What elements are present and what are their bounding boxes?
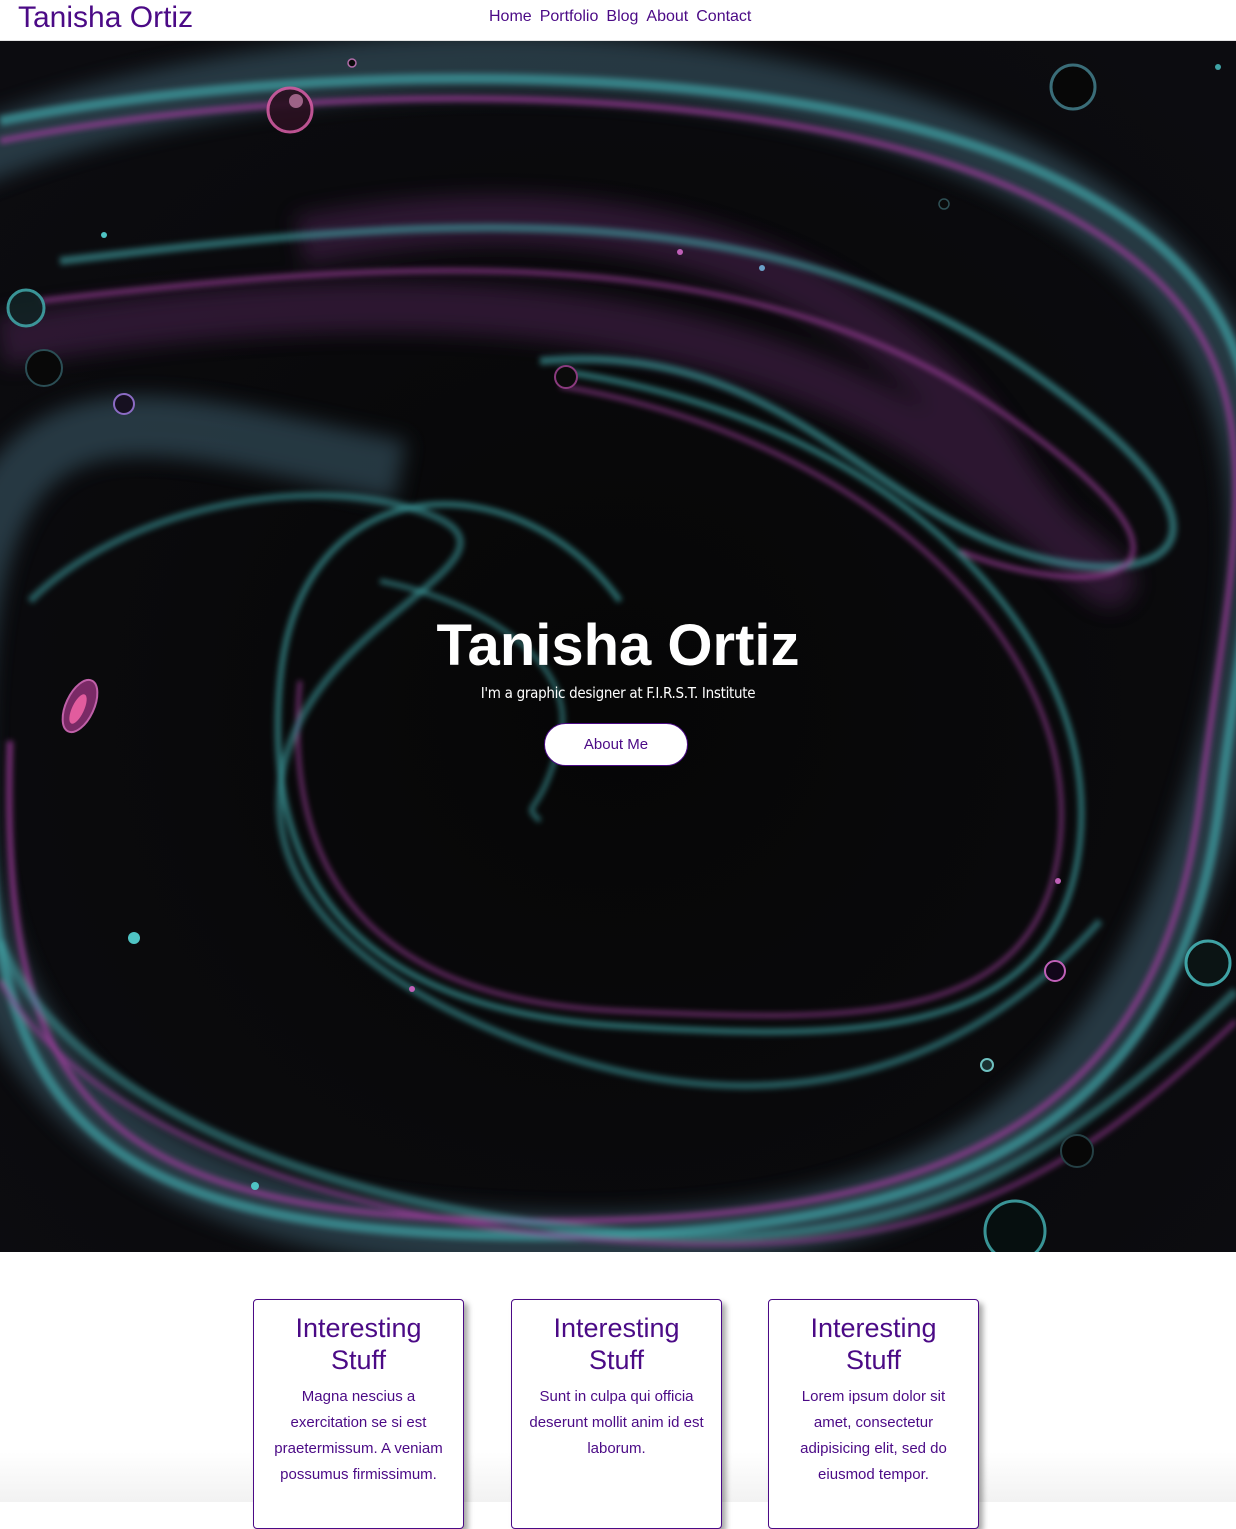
hero-subtitle: I'm a graphic designer at F.I.R.S.T. Ins… — [480, 684, 756, 702]
top-navigation-bar: Tanisha Ortiz Home Portfolio Blog About … — [0, 0, 1236, 41]
card-title: Interesting Stuff — [295, 1313, 422, 1375]
card-title: Interesting Stuff — [553, 1313, 680, 1375]
feature-card: Interesting Stuff Sunt in culpa qui offi… — [511, 1299, 722, 1529]
brand-logo-link[interactable]: Tanisha Ortiz — [18, 0, 193, 36]
about-me-button[interactable]: About Me — [544, 723, 688, 766]
nav-contact-link[interactable]: Contact — [696, 7, 751, 27]
main-nav: Home Portfolio Blog About Contact — [489, 7, 751, 27]
feature-card: Interesting Stuff Magna nescius a exerci… — [253, 1299, 464, 1529]
feature-card: Interesting Stuff Lorem ipsum dolor sit … — [768, 1299, 979, 1529]
card-text: Lorem ipsum dolor sit amet, consectetur … — [800, 1388, 947, 1483]
feature-cards-section: Interesting Stuff Magna nescius a exerci… — [0, 1252, 1236, 1529]
nav-blog-link[interactable]: Blog — [606, 7, 638, 27]
nav-home-link[interactable]: Home — [489, 7, 532, 27]
card-text: Magna nescius a exercitation se si est p… — [274, 1388, 443, 1483]
nav-portfolio-link[interactable]: Portfolio — [540, 7, 599, 27]
nav-about-link[interactable]: About — [646, 7, 688, 27]
card-text: Sunt in culpa qui officia deserunt molli… — [529, 1388, 704, 1457]
card-title: Interesting Stuff — [810, 1313, 937, 1375]
hero-title: Tanisha Ortiz — [436, 613, 800, 678]
hero-section: Tanisha Ortiz I'm a graphic designer at … — [0, 41, 1236, 1252]
